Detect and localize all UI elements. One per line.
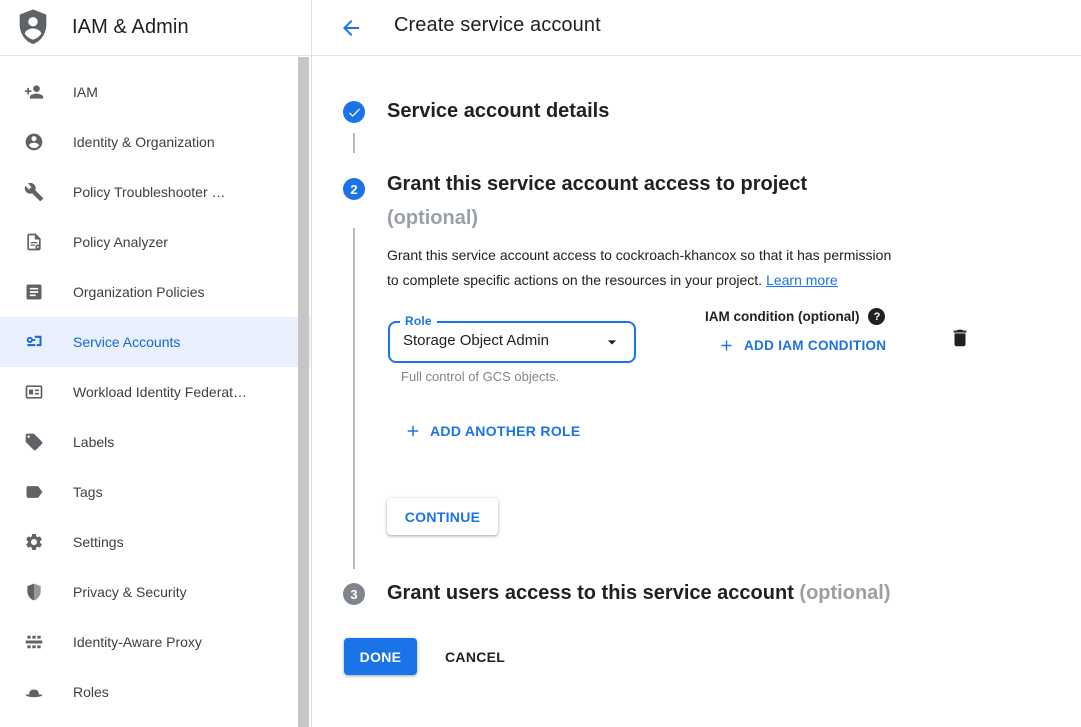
iam-condition-label: IAM condition (optional) <box>705 309 859 324</box>
sidebar-item-label: Policy Analyzer <box>73 234 168 250</box>
stepper-content: Service account details 2 Grant this ser… <box>312 56 1081 727</box>
sidebar-item-label: Labels <box>73 434 114 450</box>
sidebar-item-policy-troubleshooter[interactable]: Policy Troubleshooter … <box>0 167 311 217</box>
continue-button[interactable]: CONTINUE <box>387 498 498 535</box>
main-panel: Create service account Service account d… <box>312 0 1081 727</box>
help-icon[interactable] <box>868 308 885 325</box>
step2-description-line1: Grant this service account access to coc… <box>387 247 891 263</box>
cancel-button[interactable]: CANCEL <box>429 638 521 675</box>
sidebar-item-workload-identity-federat[interactable]: Workload Identity Federat… <box>0 367 311 417</box>
tags-icon <box>24 482 44 502</box>
sidebar-item-label: Policy Troubleshooter … <box>73 184 226 200</box>
sidebar-item-label: Privacy & Security <box>73 584 187 600</box>
add-iam-condition-label: ADD IAM CONDITION <box>744 338 886 353</box>
sidebar-item-organization-policies[interactable]: Organization Policies <box>0 267 311 317</box>
step3-title: Grant users access to this service accou… <box>387 582 891 605</box>
step2-title-text: Grant this service account access to pro… <box>387 173 807 195</box>
sidebar-item-label: Settings <box>73 534 124 550</box>
sidebar-item-iam[interactable]: IAM <box>0 67 311 117</box>
sidebar-item-label: IAM <box>73 84 98 100</box>
plus-icon <box>718 337 735 354</box>
step1-complete-check-icon <box>343 101 365 123</box>
sidebar-item-settings[interactable]: Settings <box>0 517 311 567</box>
step-connector <box>353 228 355 569</box>
workload-identity-icon <box>24 382 44 402</box>
step1-title: Service account details <box>387 100 609 123</box>
sidebar-scrollbar[interactable] <box>298 57 309 727</box>
role-selected-value: Storage Object Admin <box>403 332 549 349</box>
page-header: Create service account <box>312 0 1081 56</box>
identity-icon <box>24 132 44 152</box>
learn-more-link[interactable]: Learn more <box>766 272 838 288</box>
org-policies-icon <box>24 282 44 302</box>
done-button[interactable]: DONE <box>344 638 417 675</box>
step-connector <box>353 133 355 153</box>
sidebar-item-privacy-security[interactable]: Privacy & Security <box>0 567 311 617</box>
privacy-security-icon <box>24 582 44 602</box>
sidebar-item-label: Roles <box>73 684 109 700</box>
sidebar-item-identity-aware-proxy[interactable]: Identity-Aware Proxy <box>0 617 311 667</box>
add-another-role-button[interactable]: ADD ANOTHER ROLE <box>404 422 581 439</box>
sidebar-item-tags[interactable]: Tags <box>0 467 311 517</box>
role-helper-text: Full control of GCS objects. <box>401 369 559 384</box>
create-service-account-screen: IAM & Admin IAM Identity & Organization Po… <box>0 0 1081 727</box>
delete-role-trash-icon[interactable] <box>949 327 971 349</box>
sidebar-item-roles[interactable]: Roles <box>0 667 311 717</box>
sidebar-item-label: Service Accounts <box>73 334 180 350</box>
back-arrow-icon[interactable] <box>337 14 365 42</box>
app-title: IAM & Admin <box>72 16 189 39</box>
sidebar-item-labels[interactable]: Labels <box>0 417 311 467</box>
sidebar-item-service-accounts[interactable]: Service Accounts <box>0 317 311 367</box>
role-select[interactable]: Role Storage Object Admin <box>388 321 636 363</box>
add-another-role-label: ADD ANOTHER ROLE <box>430 423 581 439</box>
labels-icon <box>24 432 44 452</box>
role-field-label: Role <box>400 314 437 328</box>
add-iam-condition-button[interactable]: ADD IAM CONDITION <box>718 337 886 354</box>
step2-number: 2 <box>350 182 357 197</box>
person-add-icon <box>24 82 44 102</box>
step3-number: 3 <box>350 587 357 602</box>
step2-title: Grant this service account access to pro… <box>387 167 807 235</box>
page-title: Create service account <box>394 14 601 37</box>
service-accounts-icon <box>24 332 44 352</box>
wrench-icon <box>24 182 44 202</box>
sidebar-item-label: Identity & Organization <box>73 134 215 150</box>
sidebar-item-label: Identity-Aware Proxy <box>73 634 202 650</box>
step2-optional-label: (optional) <box>387 207 478 229</box>
sidebar-item-label: Organization Policies <box>73 284 205 300</box>
step2-description: Grant this service account access to coc… <box>387 243 891 293</box>
sidebar-nav: IAM Identity & Organization Policy Trouble… <box>0 56 311 727</box>
step2-description-line2: to complete specific actions on the reso… <box>387 272 762 288</box>
plus-icon <box>404 422 421 439</box>
settings-icon <box>24 532 44 552</box>
step3-optional-label: (optional) <box>799 582 890 604</box>
policy-analyzer-icon <box>24 232 44 252</box>
sidebar-item-label: Tags <box>73 484 103 500</box>
sidebar-item-policy-analyzer[interactable]: Policy Analyzer <box>0 217 311 267</box>
sidebar-item-identity-organization[interactable]: Identity & Organization <box>0 117 311 167</box>
sidebar: IAM & Admin IAM Identity & Organization Po… <box>0 0 312 727</box>
step2-number-badge: 2 <box>343 178 365 200</box>
dropdown-arrow-icon <box>602 332 622 352</box>
step3-number-badge: 3 <box>343 583 365 605</box>
iam-admin-shield-icon <box>16 8 50 48</box>
sidebar-item-label: Workload Identity Federat… <box>73 384 247 400</box>
iap-icon <box>24 632 44 652</box>
app-header: IAM & Admin <box>0 0 311 56</box>
step3-title-text: Grant users access to this service accou… <box>387 582 794 604</box>
roles-icon <box>24 682 44 702</box>
iam-condition-header: IAM condition (optional) <box>705 308 885 325</box>
